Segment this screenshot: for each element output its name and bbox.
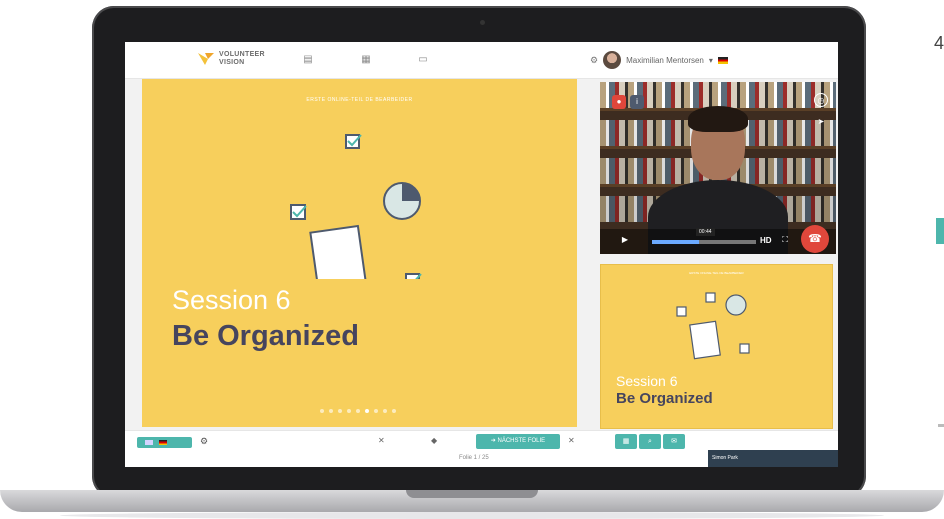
clock-icon[interactable]: ◷ [814, 93, 828, 107]
tool-group: ▦ ⌕ ✉ [615, 434, 685, 449]
calendar-icon[interactable]: ▦ [360, 54, 372, 66]
logo[interactable]: VOLUNTEER VISION [197, 51, 279, 67]
video-panel[interactable]: ● i ◷ ➤ ▶ 00:44 HD ⛶ ☎ [600, 82, 836, 254]
video-progress-fill [652, 240, 699, 244]
tool-grid-icon[interactable]: ▦ [615, 434, 637, 449]
language-switch[interactable] [137, 437, 192, 448]
settings-icon[interactable]: ⚙ [200, 436, 208, 447]
pie-icon [383, 182, 421, 220]
organize-illustration [290, 134, 422, 279]
mute-icon[interactable]: ● [612, 95, 626, 109]
pager-dot[interactable] [383, 409, 387, 413]
laptop-stage: VOLUNTEER VISION ▤ ▦ ▭ ⚙ Maximilian Ment… [0, 0, 944, 519]
tool-search-icon[interactable]: ⌕ [639, 434, 661, 449]
slide-pager[interactable] [320, 409, 396, 413]
video-time: 00:44 [696, 228, 715, 236]
right-edge-mark: 4 [934, 33, 944, 53]
user-menu[interactable]: ⚙ Maximilian Mentorsen ▾ [590, 51, 728, 69]
info-icon[interactable]: i [630, 95, 644, 109]
mini-slide-title: Be Organized [616, 390, 713, 407]
play-icon[interactable]: ▶ [618, 233, 632, 247]
pager-dot[interactable] [329, 409, 333, 413]
slide-counter: Folie 1 / 25 [459, 455, 489, 461]
pager-dot[interactable] [347, 409, 351, 413]
tool-chat-icon[interactable]: ✉ [663, 434, 685, 449]
flag-icon[interactable] [717, 56, 728, 64]
pager-dot[interactable] [365, 409, 369, 413]
user-name[interactable]: Maximilian Mentorsen [626, 56, 704, 65]
top-bar: VOLUNTEER VISION ▤ ▦ ▭ ⚙ Maximilian Ment… [125, 42, 838, 79]
gear-icon[interactable]: ⚙ [590, 55, 598, 66]
pager-dot[interactable] [392, 409, 396, 413]
pager-dot[interactable] [356, 409, 360, 413]
right-edge-dash [938, 424, 944, 427]
screen: VOLUNTEER VISION ▤ ▦ ▭ ⚙ Maximilian Ment… [125, 42, 838, 467]
next-slide-label: NÄCHSTE FOLIE [497, 438, 546, 444]
quality-label[interactable]: HD [760, 236, 772, 245]
main-slide: ERSTE ONLINE-TEIL DE BEARBEIDER Session … [142, 79, 577, 427]
laptop-shadow [60, 512, 884, 519]
hangup-icon[interactable]: ☎ [801, 225, 829, 253]
notes-icon[interactable]: ▤ [302, 54, 314, 66]
logo-mark-icon [198, 53, 214, 65]
avatar [603, 51, 622, 69]
slide-title: Be Organized [172, 320, 359, 352]
person-hair [688, 106, 748, 132]
mini-slide: ERSTE ONLINE-TEIL DE BEARBEIDER Session … [600, 264, 833, 429]
chevron-down-icon: ▾ [708, 55, 713, 65]
pager-dot[interactable] [374, 409, 378, 413]
flag-uk-icon[interactable] [145, 440, 153, 445]
close-icon[interactable]: ✕ [568, 436, 575, 445]
back-icon[interactable]: ◆ [431, 436, 437, 445]
mini-session-label: Session 6 [616, 373, 678, 389]
pager-dot[interactable] [320, 409, 324, 413]
fullscreen-icon[interactable]: ⛶ [778, 233, 792, 247]
laptop-notch [406, 490, 538, 498]
close-icon[interactable]: ✕ [378, 436, 385, 445]
pager-dot[interactable] [338, 409, 342, 413]
participant-name-tag: Simon Park [708, 450, 838, 467]
logo-text: VOLUNTEER VISION [219, 51, 265, 66]
monitor-icon[interactable]: ▭ [417, 54, 429, 66]
flag-de-icon[interactable] [159, 440, 167, 445]
next-arrow-icon: ➜ [490, 438, 498, 444]
send-icon[interactable]: ➤ [814, 115, 828, 129]
calendar-grid-icon [309, 224, 369, 279]
video-progress[interactable] [652, 240, 756, 244]
webcam-dot [480, 20, 485, 25]
session-label: Session 6 [172, 285, 291, 315]
mini-illustration [676, 292, 750, 360]
next-slide-button[interactable]: ➜ NÄCHSTE FOLIE [476, 434, 560, 449]
right-edge-accent [936, 218, 944, 244]
